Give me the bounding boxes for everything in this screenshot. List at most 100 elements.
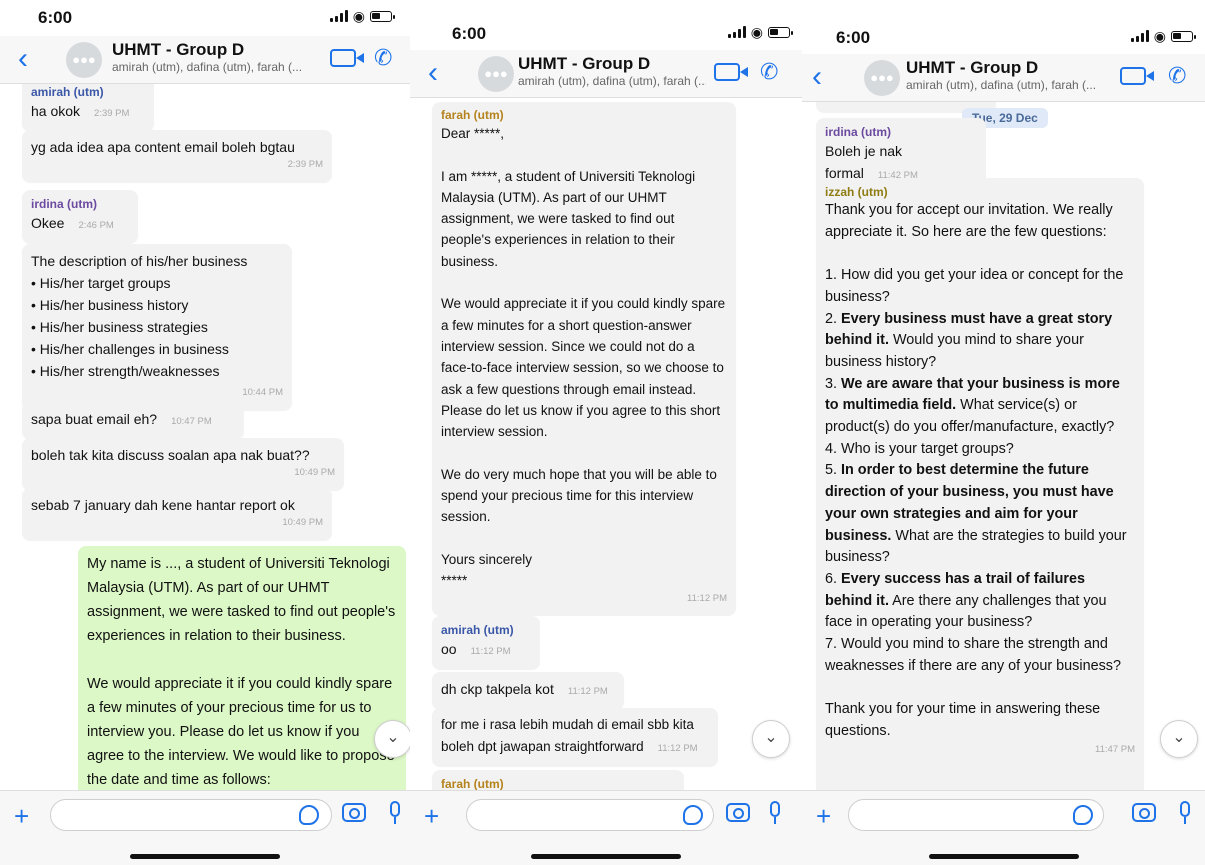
message-text: for me i rasa lebih mudah di email sbb k… xyxy=(441,717,694,754)
video-call-icon[interactable] xyxy=(330,49,364,67)
sticker-icon[interactable] xyxy=(1073,805,1093,825)
input-bar: + xyxy=(410,790,802,865)
message-bubble[interactable]: dh ckp takpela kot 11:12 PM xyxy=(432,672,624,709)
message-time: 10:49 PM xyxy=(294,467,335,478)
message-text: oo xyxy=(441,641,457,657)
message-text: Okee xyxy=(31,215,65,231)
chevron-down-circle-icon[interactable]: ⌄ xyxy=(752,720,790,758)
chat-header: ‹ ●●● UHMT - Group D amirah (utm), dafin… xyxy=(0,36,410,84)
phone-icon[interactable]: ✆ xyxy=(374,45,392,71)
group-avatar-icon[interactable]: ●●● xyxy=(864,60,900,96)
message-time: 10:49 PM xyxy=(282,517,323,528)
chat-header: ‹ ●●● UHMT - Group D amirah (utm), dafin… xyxy=(802,54,1205,102)
chat-title[interactable]: UHMT - Group D xyxy=(906,58,1038,78)
message-time: 2:39 PM xyxy=(287,159,323,170)
chevron-down-circle-icon[interactable]: ⌄ xyxy=(1160,720,1198,758)
chevron-left-icon[interactable]: ‹ xyxy=(18,44,28,74)
message-bubble[interactable]: farah (utm) xyxy=(432,770,684,790)
sender-name: farah (utm) xyxy=(441,108,504,122)
battery-icon xyxy=(370,10,395,22)
signal-icon xyxy=(1130,30,1149,42)
message-time: 11:12 PM xyxy=(567,686,608,697)
camera-icon[interactable] xyxy=(1132,803,1156,822)
status-time: 6:00 xyxy=(452,24,487,43)
question-7: 7. Would you mind to share the strength … xyxy=(825,636,1121,674)
plus-icon[interactable]: + xyxy=(424,803,439,829)
message-bubble[interactable]: amirah (utm) oo 11:12 PM xyxy=(432,616,540,669)
phone-icon[interactable]: ✆ xyxy=(760,59,778,85)
chat-members[interactable]: amirah (utm), dafina (utm), farah (... xyxy=(906,78,1118,92)
phone-screen-3: 6:00 ◉ ‹ ●●● UHMT - Group D amirah (utm)… xyxy=(802,0,1205,865)
phone-icon[interactable]: ✆ xyxy=(1168,63,1186,89)
message-bubble[interactable]: boleh tak kita discuss soalan apa nak bu… xyxy=(22,438,344,490)
chat-title[interactable]: UHMT - Group D xyxy=(518,54,650,74)
microphone-icon[interactable] xyxy=(770,801,780,824)
message-bubble[interactable]: The description of his/her business • Hi… xyxy=(22,244,292,410)
microphone-icon[interactable] xyxy=(390,801,400,824)
message-time: 2:39 PM xyxy=(94,108,130,119)
question-2: 2. Every business must have a great stor… xyxy=(825,310,1113,370)
input-bar: + xyxy=(0,790,410,865)
question-5: 5. In order to best determine the future… xyxy=(825,462,1127,566)
group-avatar-icon[interactable]: ●●● xyxy=(478,56,514,92)
status-time: 6:00 xyxy=(38,8,73,27)
message-text: sebab 7 january dah kene hantar report o… xyxy=(31,497,295,513)
sticker-icon[interactable] xyxy=(683,805,703,825)
message-bubble[interactable]: farah (utm) Dear *****, I am *****, a st… xyxy=(432,102,736,615)
plus-icon[interactable]: + xyxy=(14,803,29,829)
message-text: Dear *****, I am *****, a student of Uni… xyxy=(441,126,726,589)
video-call-icon[interactable] xyxy=(1120,67,1154,85)
message-time: 11:12 PM xyxy=(687,592,727,604)
wifi-icon: ◉ xyxy=(750,24,763,40)
wifi-icon: ◉ xyxy=(1153,28,1166,44)
sender-name: amirah (utm) xyxy=(31,85,104,99)
sender-name: farah (utm) xyxy=(441,777,504,790)
message-time: 2:46 PM xyxy=(78,220,114,231)
message-bubble[interactable]: izzah (utm) Thank you for accept our inv… xyxy=(816,178,1144,790)
group-avatar-icon[interactable]: ●●● xyxy=(66,42,102,78)
battery-icon xyxy=(768,26,793,38)
message-time: 10:44 PM xyxy=(242,387,283,398)
message-text: Thank you for your time in answering the… xyxy=(825,701,1101,739)
wifi-icon: ◉ xyxy=(352,8,365,24)
microphone-icon[interactable] xyxy=(1180,801,1190,824)
message-input[interactable] xyxy=(848,799,1104,831)
camera-icon[interactable] xyxy=(342,803,366,822)
chevron-down-circle-icon[interactable]: ⌄ xyxy=(374,720,410,758)
chevron-left-icon[interactable]: ‹ xyxy=(812,62,822,92)
sticker-icon[interactable] xyxy=(299,805,319,825)
screenshot-collage: 6:00 ◉ ‹ ●●● UHMT - Group D amirah (utm)… xyxy=(0,0,1205,865)
plus-icon[interactable]: + xyxy=(816,803,831,829)
status-bar: 6:00 ◉ xyxy=(0,0,410,36)
chat-members[interactable]: amirah (utm), dafina (utm), farah (... xyxy=(112,60,324,74)
chat-title[interactable]: UHMT - Group D xyxy=(112,40,244,60)
message-bubble[interactable]: sebab 7 january dah kene hantar report o… xyxy=(22,488,332,540)
message-input[interactable] xyxy=(466,799,714,831)
message-text: The description of his/her business • Hi… xyxy=(31,253,248,379)
message-list: farah (utm) Dear *****, I am *****, a st… xyxy=(410,98,802,790)
message-text: yg ada idea apa content email boleh bgta… xyxy=(31,139,295,155)
message-bubble[interactable]: irdina (utm) Okee 2:46 PM xyxy=(22,190,138,243)
phone-screen-1: 6:00 ◉ ‹ ●●● UHMT - Group D amirah (utm)… xyxy=(0,0,410,865)
message-list: amirah (utm) ha okok 2:39 PM yg ada idea … xyxy=(0,84,410,790)
message-text: sapa buat email eh? xyxy=(31,411,158,427)
message-bubble[interactable]: yg ada idea apa content email boleh bgta… xyxy=(22,130,332,182)
message-bubble[interactable]: amirah (utm) ha okok 2:39 PM xyxy=(22,84,154,131)
message-text: boleh tak kita discuss soalan apa nak bu… xyxy=(31,447,310,463)
sender-name: irdina (utm) xyxy=(825,125,891,139)
message-text: dh ckp takpela kot xyxy=(441,681,554,697)
message-text: ha okok xyxy=(31,103,81,119)
outgoing-message-bubble[interactable]: My name is ..., a student of Universiti … xyxy=(78,546,406,790)
chevron-left-icon[interactable]: ‹ xyxy=(428,58,438,88)
camera-icon[interactable] xyxy=(726,803,750,822)
home-indicator xyxy=(130,854,280,859)
message-text: Thank you for accept our invitation. We … xyxy=(825,202,1113,240)
message-bubble[interactable]: for me i rasa lebih mudah di email sbb k… xyxy=(432,708,718,766)
question-4: 4. Who is your target groups? xyxy=(825,440,1014,457)
message-input[interactable] xyxy=(50,799,332,831)
video-call-icon[interactable] xyxy=(714,63,748,81)
message-bubble[interactable]: sapa buat email eh? 10:47 PM xyxy=(22,402,244,439)
signal-icon xyxy=(329,10,348,22)
phone-screen-2: 6:00 ◉ ‹ ●●● UHMT - Group D amirah (utm)… xyxy=(410,0,802,865)
chat-members[interactable]: amirah (utm), dafina (utm), farah (... xyxy=(518,74,706,88)
